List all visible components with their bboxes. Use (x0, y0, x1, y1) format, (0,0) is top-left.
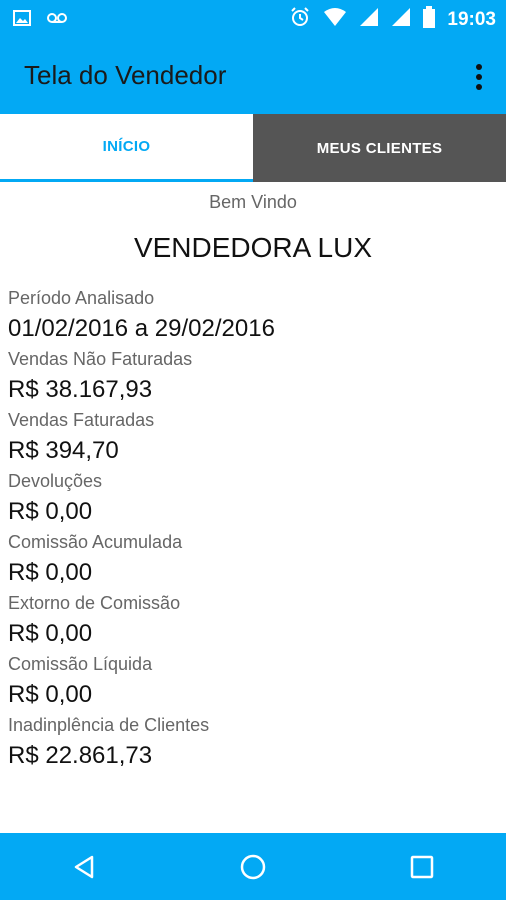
welcome-greeting: Bem Vindo (209, 192, 297, 212)
status-bar: 19:03 (0, 0, 506, 36)
period-label: Período Analisado (8, 288, 155, 308)
commission-reversal-value: R$ 0,00 (8, 620, 93, 647)
commission-reversal-label: Extorno de Comissão (8, 593, 181, 613)
more-options-icon[interactable] (476, 64, 482, 90)
app-title: Tela do Vendedor (24, 60, 227, 90)
app-bar: Tela do Vendedor (0, 36, 506, 114)
main-content: Bem Vindo VENDEDORA LUX Período Analisad… (0, 182, 506, 774)
period-value: 01/02/2016 a 29/02/2016 (8, 315, 275, 342)
home-icon[interactable] (223, 837, 283, 897)
billed-sales-value: R$ 394,70 (8, 437, 119, 464)
billed-sales-label: Vendas Faturadas (8, 410, 155, 430)
tab-meus-clientes[interactable]: MEUS CLIENTES (253, 114, 506, 182)
wifi-icon (323, 7, 347, 32)
image-icon (12, 8, 32, 33)
client-delinquency-value: R$ 22.861,73 (8, 742, 153, 769)
accumulated-commission-value: R$ 0,00 (8, 559, 93, 586)
unbilled-sales-label: Vendas Não Faturadas (8, 349, 193, 369)
status-time: 19:03 (447, 8, 496, 30)
tab-bar: INÍCIO MEUS CLIENTES (0, 114, 506, 182)
client-delinquency-label: Inadinplência de Clientes (8, 715, 210, 735)
alarm-icon (289, 6, 311, 33)
voicemail-icon (46, 8, 68, 33)
accumulated-commission-label: Comissão Acumulada (8, 532, 183, 552)
battery-icon (423, 6, 436, 33)
summary-fields: Período Analisado 01/02/2016 a 29/02/201… (0, 286, 506, 774)
recent-apps-icon[interactable] (392, 837, 452, 897)
navigation-bar (0, 833, 506, 900)
back-icon[interactable] (54, 837, 114, 897)
net-commission-value: R$ 0,00 (8, 681, 93, 708)
net-commission-label: Comissão Líquida (8, 654, 153, 674)
returns-value: R$ 0,00 (8, 498, 93, 525)
signal-icon (359, 7, 379, 32)
signal-icon (391, 7, 411, 32)
vendor-name: VENDEDORA LUX (133, 232, 373, 263)
unbilled-sales-value: R$ 38.167,93 (8, 376, 153, 403)
returns-label: Devoluções (8, 471, 103, 491)
tab-inicio[interactable]: INÍCIO (0, 114, 253, 182)
